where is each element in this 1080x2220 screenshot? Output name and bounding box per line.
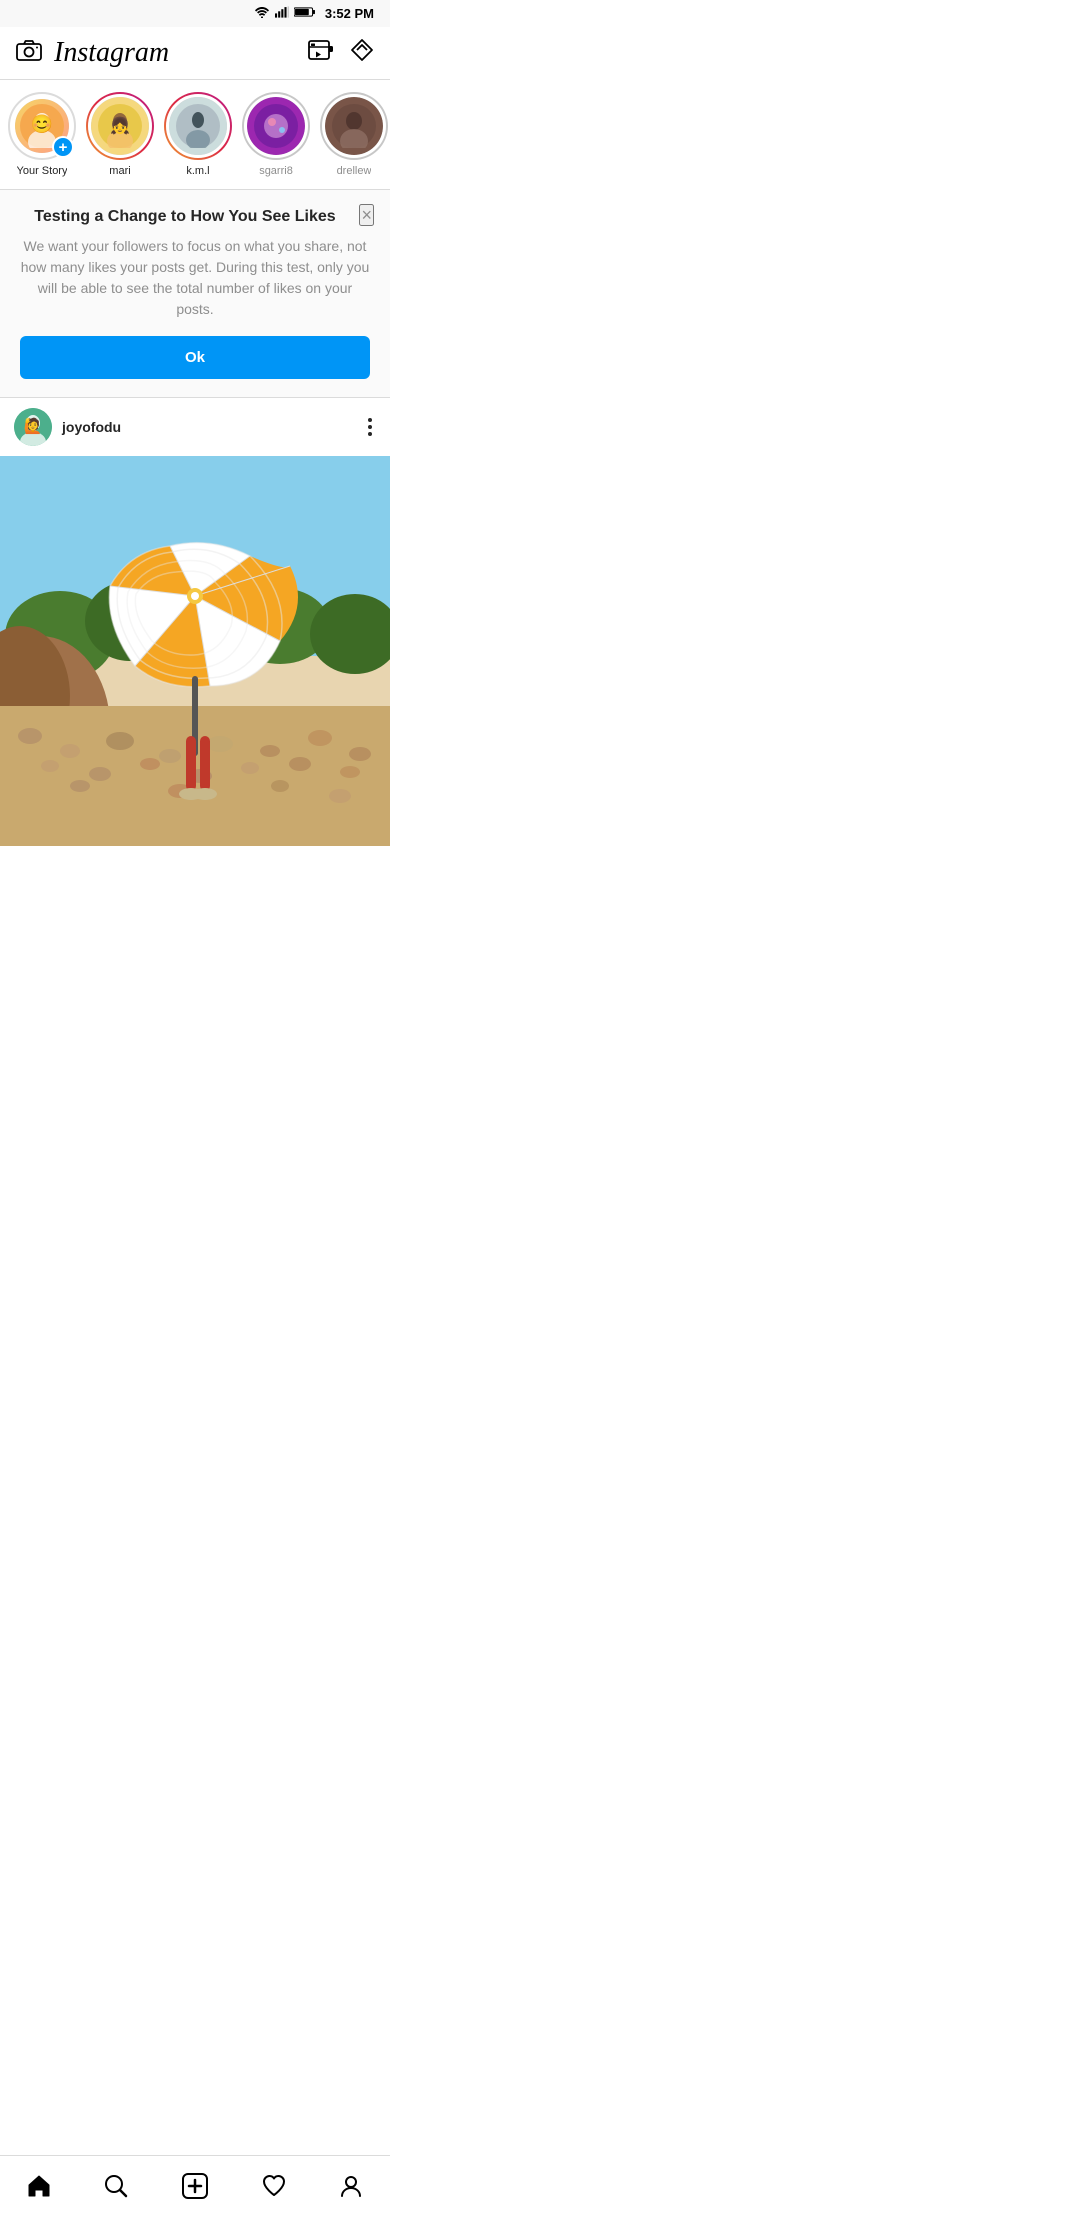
drellew-ring	[320, 92, 388, 160]
menu-dot-1	[368, 418, 372, 422]
story-item-your-story[interactable]: 😊 + Your Story	[10, 92, 74, 177]
sgarri8-avatar-wrap	[242, 92, 310, 160]
post-bottom-padding	[0, 846, 390, 926]
signal-icon	[275, 6, 289, 21]
camera-icon[interactable]	[16, 39, 42, 67]
mari-avatar: 👧	[88, 94, 152, 158]
story-item-mari[interactable]: 👧 mari	[88, 92, 152, 177]
kml-label: k.m.l	[186, 165, 209, 177]
nav-activity[interactable]	[249, 2167, 299, 2205]
svg-text:😊: 😊	[31, 114, 53, 134]
sgarri8-avatar	[244, 94, 308, 158]
sgarri8-label: sgarri8	[259, 165, 293, 177]
header-left: Instagram	[16, 37, 169, 69]
status-icons: 3:52 PM	[254, 6, 374, 21]
banner-close-button[interactable]: ×	[359, 204, 374, 226]
heart-icon	[261, 2173, 287, 2199]
header-right	[308, 38, 374, 68]
drellew-label: drellew	[337, 165, 372, 177]
battery-icon	[294, 6, 316, 21]
add-story-badge[interactable]: +	[52, 136, 74, 158]
nav-search[interactable]	[91, 2167, 141, 2205]
banner-body: We want your followers to focus on what …	[20, 236, 370, 320]
story-item-sgarri8[interactable]: sgarri8	[244, 92, 308, 177]
status-bar: 3:52 PM	[0, 0, 390, 27]
stories-bar: 😊 + Your Story 👧	[0, 80, 390, 190]
header: Instagram	[0, 27, 390, 80]
kml-avatar-wrap	[164, 92, 232, 160]
mari-ring: 👧	[86, 92, 154, 160]
story-item-kml[interactable]: k.m.l	[166, 92, 230, 177]
add-icon	[181, 2172, 209, 2200]
drellew-avatar-wrap	[320, 92, 388, 160]
nav-home[interactable]	[14, 2167, 64, 2205]
mari-avatar-bg: 👧	[91, 97, 149, 155]
instagram-logo: Instagram	[54, 37, 169, 69]
nav-profile[interactable]	[326, 2167, 376, 2205]
drellew-avatar	[322, 94, 386, 158]
menu-dot-2	[368, 425, 372, 429]
drellew-avatar-bg	[325, 97, 383, 155]
kml-ring	[164, 92, 232, 160]
mari-label: mari	[109, 165, 130, 177]
sgarri8-avatar-bg	[247, 97, 305, 155]
direct-message-icon[interactable]	[350, 38, 374, 68]
your-story-label: Your Story	[17, 165, 68, 177]
post-menu-button[interactable]	[364, 414, 376, 440]
igtv-icon[interactable]	[308, 38, 334, 68]
post-image[interactable]	[0, 456, 390, 846]
wifi-icon	[254, 6, 270, 21]
nav-add[interactable]	[169, 2166, 221, 2206]
banner-ok-button[interactable]: Ok	[20, 336, 370, 379]
svg-text:🙋: 🙋	[24, 417, 43, 435]
post-avatar: 🙋	[14, 408, 52, 446]
status-time: 3:52 PM	[325, 6, 374, 21]
bottom-nav	[0, 2155, 390, 2220]
post-user[interactable]: 🙋 joyofodu	[14, 408, 121, 446]
kml-avatar	[166, 94, 230, 158]
svg-text:👧: 👧	[110, 116, 130, 135]
kml-avatar-bg	[169, 97, 227, 155]
your-story-avatar-wrap: 😊 +	[8, 92, 76, 160]
search-icon	[103, 2173, 129, 2199]
post-header: 🙋 joyofodu	[0, 398, 390, 456]
notification-banner: × Testing a Change to How You See Likes …	[0, 190, 390, 398]
menu-dot-3	[368, 432, 372, 436]
mari-avatar-wrap: 👧	[86, 92, 154, 160]
banner-title: Testing a Change to How You See Likes	[20, 208, 370, 226]
post-username: joyofodu	[62, 419, 121, 435]
home-icon	[26, 2173, 52, 2199]
profile-icon	[338, 2173, 364, 2199]
sgarri8-ring	[242, 92, 310, 160]
story-item-drellew[interactable]: drellew	[322, 92, 386, 177]
